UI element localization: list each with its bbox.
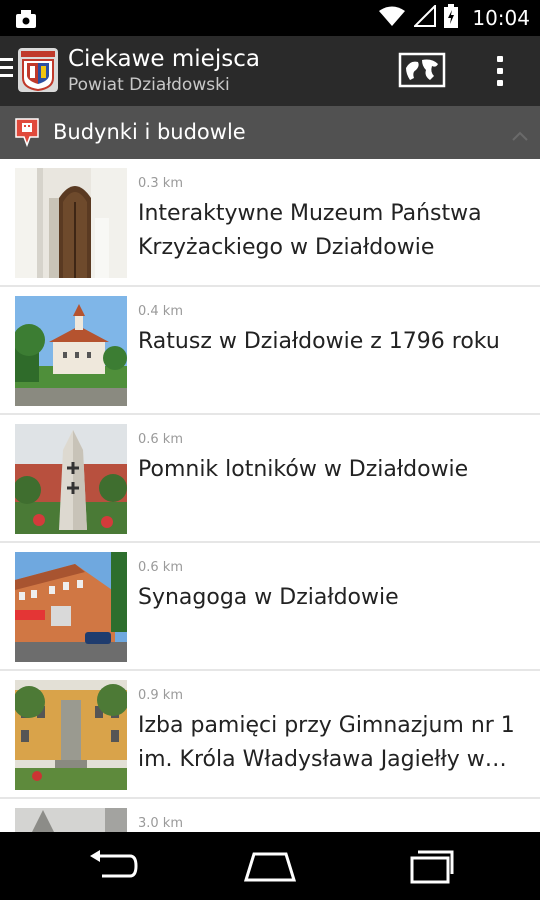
place-distance: 0.4 km — [138, 304, 183, 319]
place-name: Synagoga w Działdowie — [138, 585, 399, 610]
overflow-menu-icon[interactable] — [482, 50, 518, 92]
photo-notification-icon — [14, 8, 38, 34]
navigation-bar — [0, 832, 540, 900]
building-marker-icon — [14, 117, 40, 148]
map-icon[interactable] — [398, 50, 446, 90]
recent-apps-icon[interactable] — [404, 848, 456, 884]
place-name: Pomnik lotników w Działdowie — [138, 457, 469, 482]
place-thumbnail — [15, 552, 127, 662]
app-subtitle: Powiat Działdowski — [68, 75, 230, 95]
list-item[interactable]: 0.9 km Izba pamięci przy Gimnazjum nr 1 … — [0, 671, 540, 799]
place-thumbnail — [15, 808, 127, 832]
app-title: Ciekawe miejsca — [68, 46, 260, 72]
wifi-icon — [378, 5, 406, 31]
home-icon[interactable] — [242, 848, 298, 884]
place-name: Interaktywne Muzeum Państwa Krzyżackiego… — [138, 201, 482, 260]
clock: 10:04 — [472, 6, 530, 30]
list-item[interactable]: 0.6 km Pomnik lotników w Działdowie — [0, 415, 540, 543]
list-item[interactable]: 0.6 km Synagoga w Działdowie — [0, 543, 540, 671]
place-distance: 0.6 km — [138, 560, 183, 575]
place-thumbnail — [15, 424, 127, 534]
list-item[interactable]: 0.4 km Ratusz w Działdowie z 1796 roku — [0, 287, 540, 415]
action-bar: Ciekawe miejsca Powiat Działdowski — [0, 36, 540, 106]
places-list: 0.3 km Interaktywne Muzeum Państwa Krzyż… — [0, 159, 540, 832]
place-name: Izba pamięci przy Gimnazjum nr 1 im. Kró… — [138, 713, 515, 772]
category-label: Budynki i budowle — [53, 120, 246, 144]
place-name: Ratusz w Działdowie z 1796 roku — [138, 329, 500, 354]
list-item[interactable]: 0.3 km Interaktywne Muzeum Państwa Krzyż… — [0, 159, 540, 287]
signal-icon — [412, 3, 437, 31]
place-thumbnail — [15, 168, 127, 278]
chevron-up-icon[interactable] — [512, 126, 528, 141]
app-logo[interactable] — [18, 48, 58, 92]
back-icon[interactable] — [86, 848, 138, 884]
drawer-toggle-icon[interactable] — [0, 58, 14, 82]
status-bar: 10:04 — [0, 0, 540, 36]
place-thumbnail — [15, 296, 127, 406]
place-distance: 3.0 km — [138, 816, 183, 831]
list-item[interactable]: 3.0 km — [0, 799, 540, 832]
category-header[interactable]: Budynki i budowle — [0, 106, 540, 159]
place-distance: 0.6 km — [138, 432, 183, 447]
place-distance: 0.3 km — [138, 176, 183, 191]
place-thumbnail — [15, 680, 127, 790]
status-icons: 10:04 — [378, 0, 530, 36]
battery-icon — [444, 4, 459, 32]
place-distance: 0.9 km — [138, 688, 183, 703]
